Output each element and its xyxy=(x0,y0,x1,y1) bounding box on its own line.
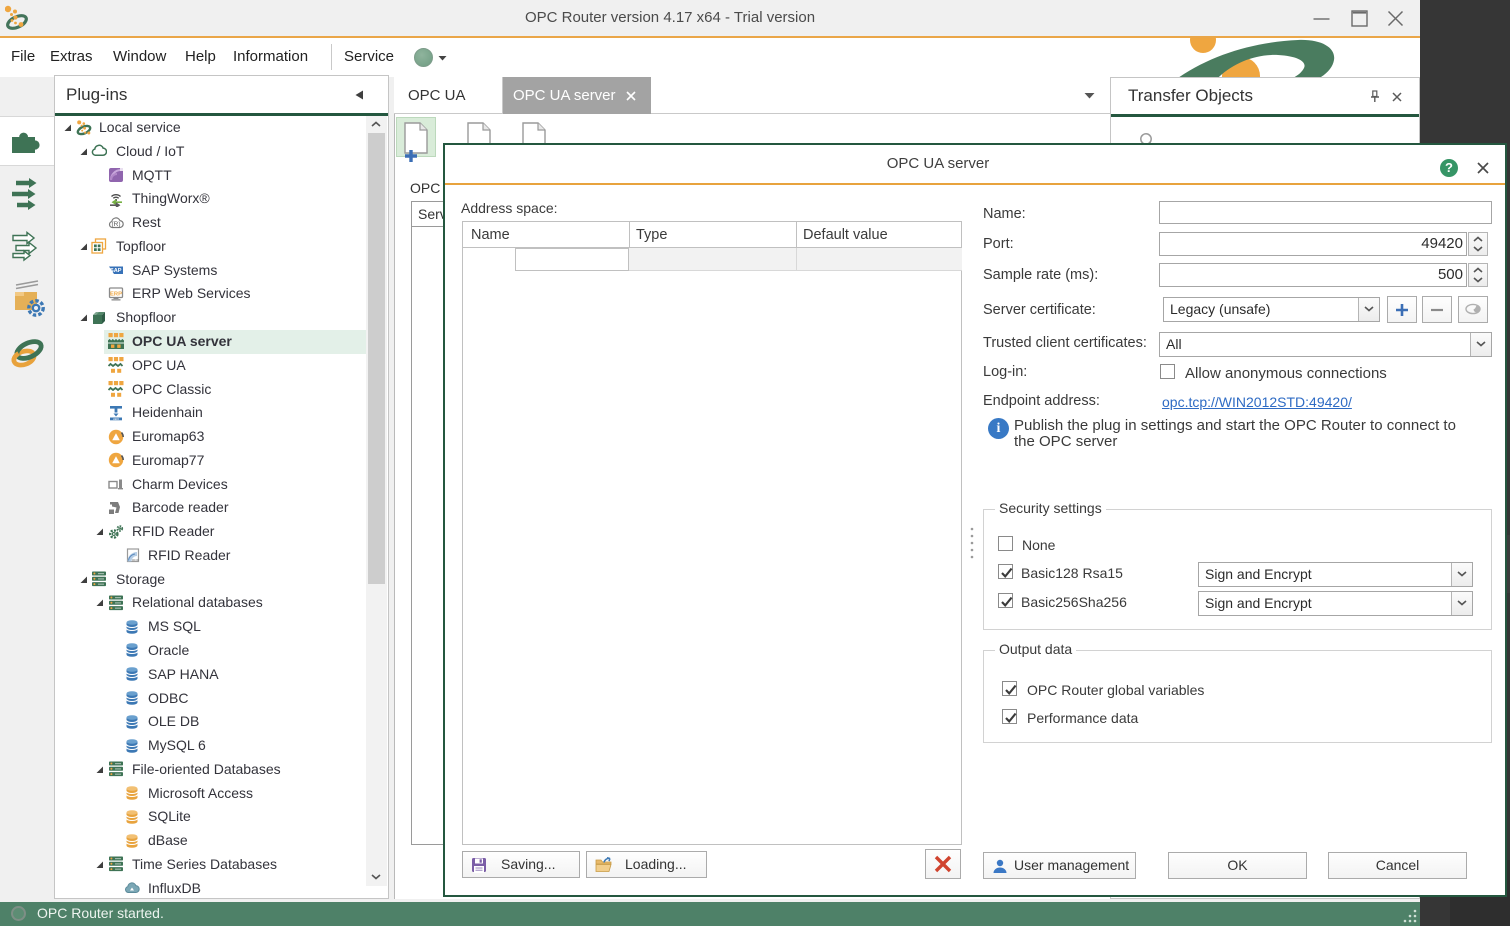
svg-text:SAP: SAP xyxy=(110,268,122,274)
svg-text:(R): (R) xyxy=(111,221,120,228)
svg-text:RFID: RFID xyxy=(132,558,140,562)
svg-text:ERP: ERP xyxy=(110,291,122,297)
svg-text:HEID: HEID xyxy=(113,416,119,420)
